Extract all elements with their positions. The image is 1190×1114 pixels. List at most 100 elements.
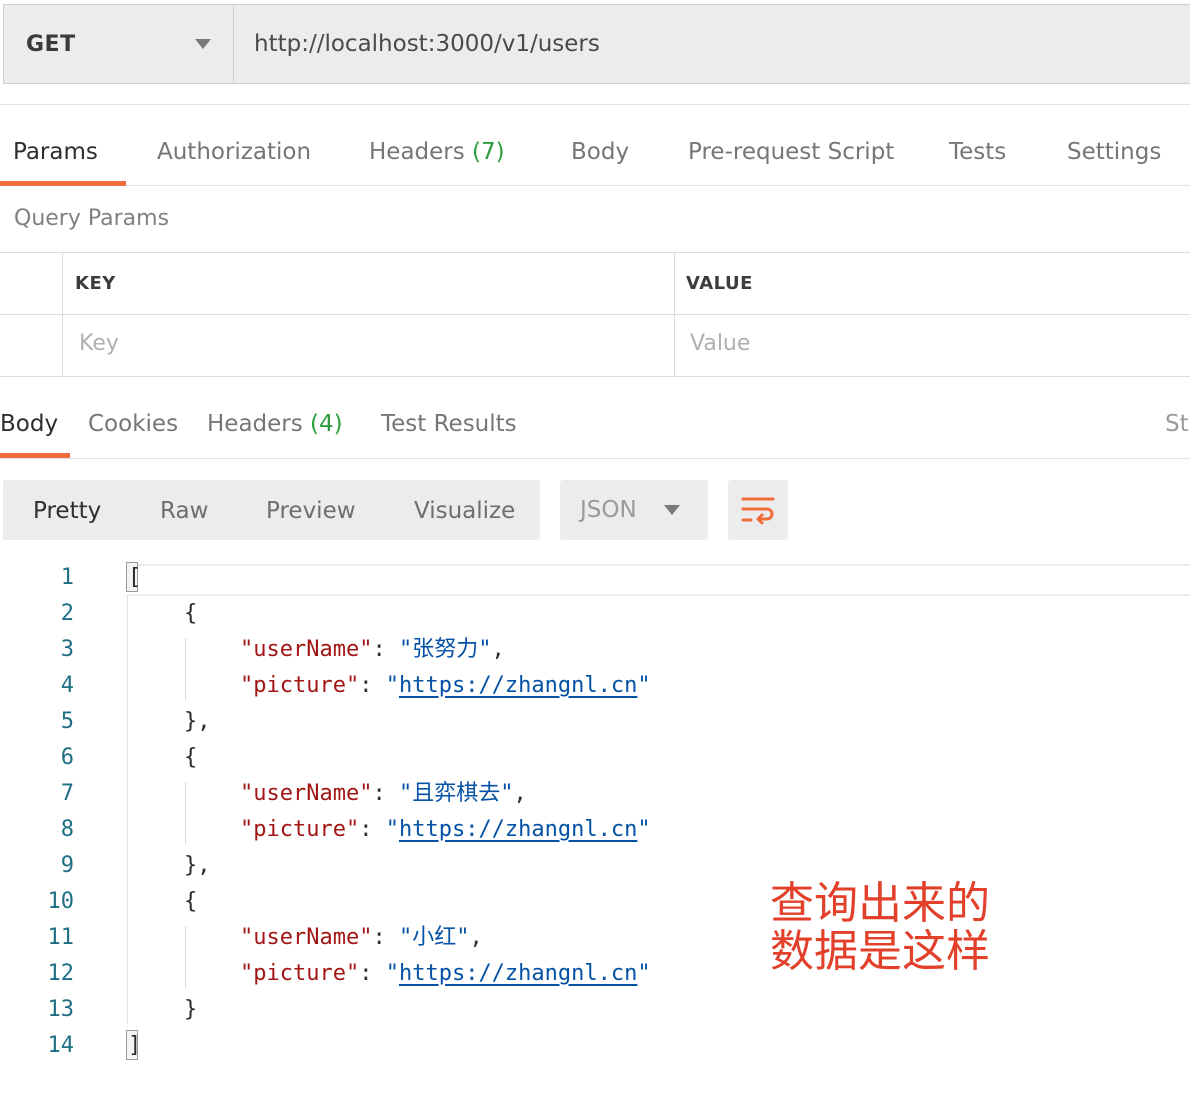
line-number: 10	[47, 889, 75, 914]
wrap-lines-button[interactable]	[728, 480, 788, 540]
code-line: 14 ]	[0, 1028, 1190, 1064]
line-number: 2	[60, 601, 74, 626]
tab-settings[interactable]: Settings	[1067, 106, 1161, 186]
tab-authorization[interactable]: Authorization	[157, 106, 311, 186]
json-colon: :	[372, 925, 399, 950]
json-key: "picture"	[240, 673, 360, 698]
tab-label: Headers	[207, 411, 303, 437]
code-text: },	[184, 853, 211, 878]
code-line: 13 }	[0, 992, 1190, 1028]
code-text: "userName": "且弈棋去",	[240, 776, 527, 812]
tab-headers[interactable]: Headers (7)	[369, 106, 505, 186]
tab-test-results[interactable]: Test Results	[381, 380, 517, 459]
active-tab-indicator	[0, 453, 70, 458]
json-link[interactable]: https://zhangnl.cn	[399, 673, 637, 698]
column-header-value: VALUE	[686, 273, 753, 294]
line-number: 13	[47, 997, 75, 1022]
url-input[interactable]: http://localhost:3000/v1/users	[234, 5, 1190, 83]
json-colon: :	[372, 637, 399, 662]
json-link[interactable]: https://zhangnl.cn	[399, 961, 637, 986]
code-line: 4 "picture": "https://zhangnl.cn"	[0, 668, 1190, 704]
line-number: 6	[60, 745, 74, 770]
code-line: 7 "userName": "且弈棋去",	[0, 776, 1190, 812]
key-input[interactable]: Key	[79, 331, 119, 356]
code-line: 6 {	[0, 740, 1190, 776]
wrap-lines-icon	[741, 497, 775, 525]
tab-label: Body	[571, 139, 630, 165]
code-text: {	[184, 601, 198, 626]
line-number: 12	[47, 961, 75, 986]
response-body-editor[interactable]: 1 [ 2 { 3 "userName": "张努力", 4 "picture"…	[0, 558, 1190, 1078]
tab-count: (4)	[310, 411, 343, 437]
view-preview[interactable]: Preview	[266, 480, 356, 540]
code-text: }	[184, 997, 198, 1022]
json-key: "picture"	[240, 961, 360, 986]
view-raw[interactable]: Raw	[160, 480, 208, 540]
tab-count: (7)	[472, 139, 505, 165]
tab-pre-request-script[interactable]: Pre-request Script	[688, 106, 894, 186]
view-visualize[interactable]: Visualize	[414, 480, 515, 540]
tab-response-body[interactable]: Body	[0, 380, 58, 459]
line-number: 3	[60, 637, 74, 662]
tab-cookies[interactable]: Cookies	[88, 380, 178, 459]
chevron-down-icon	[195, 39, 211, 49]
json-key: "picture"	[240, 817, 360, 842]
code-text: "picture": "https://zhangnl.cn"	[240, 812, 651, 848]
json-link[interactable]: https://zhangnl.cn	[399, 817, 637, 842]
json-string: "张努力"	[398, 637, 492, 662]
tab-label: Tests	[949, 139, 1007, 165]
tab-label: Test Results	[381, 411, 517, 437]
json-key: "userName"	[240, 637, 373, 662]
code-line: 5 },	[0, 704, 1190, 740]
tab-label: Pre-request Script	[688, 139, 895, 165]
code-line: 2 {	[0, 596, 1190, 632]
tab-response-headers[interactable]: Headers (4)	[207, 380, 343, 459]
json-colon: :	[359, 817, 386, 842]
tab-label: Authorization	[157, 139, 312, 165]
code-text: },	[184, 709, 211, 734]
request-tabs: Params Authorization Headers (7) Body Pr…	[0, 106, 1190, 186]
method-select[interactable]: GET	[4, 5, 234, 83]
line-number: 5	[60, 709, 74, 734]
tab-label: Params	[13, 139, 98, 165]
format-label: JSON	[580, 497, 637, 523]
code-line: 8 "picture": "https://zhangnl.cn"	[0, 812, 1190, 848]
code-line: 10 {	[0, 884, 1190, 920]
chevron-down-icon	[664, 505, 680, 515]
json-quote: "	[385, 817, 399, 842]
method-label: GET	[26, 31, 76, 57]
json-key: "userName"	[240, 925, 373, 950]
line-number: 9	[60, 853, 74, 878]
json-quote: "	[637, 961, 651, 986]
code-text: "userName": "张努力",	[240, 632, 505, 668]
code-text: {	[184, 745, 198, 770]
view-pretty[interactable]: Pretty	[33, 480, 101, 540]
json-comma: ,	[513, 781, 527, 806]
code-text: "picture": "https://zhangnl.cn"	[240, 668, 651, 704]
code-text: ]	[128, 1033, 142, 1058]
code-text: "picture": "https://zhangnl.cn"	[240, 956, 651, 992]
line-number: 11	[47, 925, 75, 950]
code-line: 3 "userName": "张努力",	[0, 632, 1190, 668]
response-tabs: Body Cookies Headers (4) Test Results St…	[0, 380, 1190, 459]
json-quote: "	[385, 961, 399, 986]
response-status: Sta	[1165, 411, 1190, 437]
active-tab-indicator	[0, 181, 126, 186]
tab-tests[interactable]: Tests	[949, 106, 1006, 186]
json-comma: ,	[491, 637, 505, 662]
tab-params[interactable]: Params	[13, 106, 98, 186]
code-text: [	[128, 565, 142, 590]
tab-label: Cookies	[88, 411, 179, 437]
json-colon: :	[372, 781, 399, 806]
line-number: 8	[60, 817, 74, 842]
value-input[interactable]: Value	[690, 331, 750, 356]
code-text: {	[184, 889, 198, 914]
json-string: "且弈棋去"	[398, 781, 514, 806]
code-line: 9 },	[0, 848, 1190, 884]
json-colon: :	[359, 961, 386, 986]
code-line: 1 [	[0, 560, 1190, 596]
format-select[interactable]: JSON	[560, 480, 708, 540]
line-number: 1	[60, 565, 74, 590]
tab-body[interactable]: Body	[571, 106, 629, 186]
code-line: 11 "userName": "小红",	[0, 920, 1190, 956]
